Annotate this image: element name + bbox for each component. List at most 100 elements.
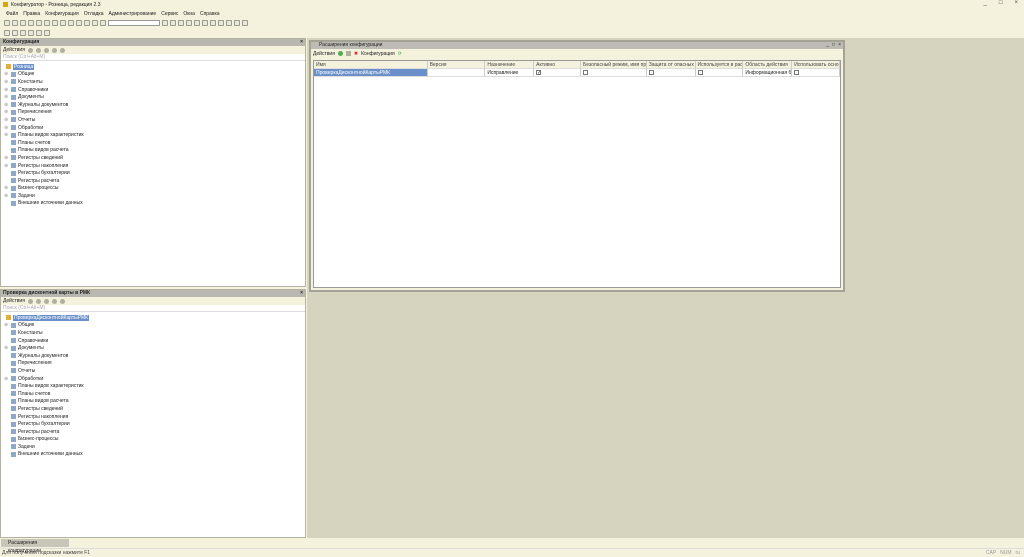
toolbar-button[interactable] [170, 19, 176, 26]
expand-icon[interactable]: ⊕ [4, 79, 9, 85]
column-header[interactable]: Активно [534, 61, 581, 69]
tree-item[interactable]: Бизнес-процессы [1, 436, 305, 444]
toolbar-button[interactable] [194, 19, 200, 26]
delete-icon[interactable] [43, 47, 49, 53]
column-header[interactable]: Использовать основ... [792, 61, 841, 69]
tree-item[interactable]: Регистры бухгалтерии [1, 420, 305, 428]
configuration-menu[interactable]: Конфигурация [361, 51, 395, 57]
tree-item[interactable]: Планы счетов [1, 139, 305, 147]
expand-icon[interactable]: ⊕ [4, 117, 9, 123]
expand-icon[interactable]: ⊕ [4, 322, 9, 328]
toolbar-button[interactable] [44, 19, 50, 26]
tree-item[interactable]: Перечисления [1, 360, 305, 368]
tree-item[interactable]: ⊕ Документы [1, 344, 305, 352]
tree-item[interactable]: ⊕ Обработки [1, 124, 305, 132]
expand-icon[interactable]: ⊕ [4, 94, 9, 100]
safe_mode-checkbox[interactable] [582, 70, 588, 76]
close-button[interactable]: × [1014, 0, 1018, 6]
tree-item[interactable]: ⊕ Общие [1, 71, 305, 79]
toolbar-button[interactable] [76, 19, 82, 26]
tree-item[interactable]: ⊕ Задачи [1, 192, 305, 200]
search-input[interactable]: Поиск (Ctrl+Alt+M) [1, 305, 305, 312]
column-header[interactable]: Область действия [743, 61, 793, 69]
tree-item[interactable]: Справочники [1, 337, 305, 345]
tree-item[interactable]: Регистры расчета [1, 428, 305, 436]
column-header[interactable]: Защита от опасных ... [646, 61, 696, 69]
tree-item[interactable]: Регистры сведений [1, 405, 305, 413]
expand-icon[interactable]: ⊕ [4, 185, 9, 191]
tree-item[interactable]: Регистры бухгалтерии [1, 169, 305, 177]
tree-item[interactable]: Планы видов расчета [1, 147, 305, 155]
expand-icon[interactable]: ⊕ [4, 71, 9, 77]
close-icon[interactable]: × [300, 39, 303, 46]
tree-root[interactable]: Розница [1, 63, 305, 71]
move-up-icon[interactable] [51, 298, 57, 304]
toolbar-button[interactable] [20, 29, 26, 36]
cell-used_in_distr[interactable] [695, 69, 744, 77]
tree-item[interactable]: ⊕ Регистры накопления [1, 162, 305, 170]
tree-item[interactable]: Регистры расчета [1, 177, 305, 185]
close-icon[interactable]: × [300, 290, 303, 297]
delete-icon[interactable]: ✖ [354, 51, 358, 57]
toolbar-button[interactable] [44, 29, 50, 36]
toolbar-button[interactable] [60, 19, 66, 26]
tree-item[interactable]: Отчеты [1, 367, 305, 375]
tree-item[interactable]: ⊕ Журналы документов [1, 101, 305, 109]
toolbar-button[interactable] [226, 19, 232, 26]
add-icon[interactable] [27, 298, 33, 304]
search-input[interactable]: Поиск (Ctrl+Alt+M) [1, 54, 305, 61]
close-button[interactable]: × [838, 42, 841, 49]
move-down-icon[interactable] [59, 47, 65, 53]
tree-item[interactable]: Внешние источники данных [1, 451, 305, 459]
expand-icon[interactable]: ⊕ [4, 125, 9, 131]
active-checkbox[interactable]: ✓ [536, 70, 541, 76]
tree-item[interactable]: ⊕ Отчеты [1, 116, 305, 124]
expand-icon[interactable]: ⊕ [4, 345, 9, 351]
toolbar-search-input[interactable] [108, 19, 160, 26]
tree-item[interactable]: ⊕ Справочники [1, 86, 305, 94]
protection-checkbox[interactable] [648, 70, 654, 76]
expand-icon[interactable]: ⊕ [4, 102, 9, 108]
expand-icon[interactable]: ⊕ [4, 193, 9, 199]
cell-use_main[interactable] [792, 69, 841, 77]
toolbar-button[interactable] [4, 19, 10, 26]
column-header[interactable]: Имя [314, 61, 428, 69]
move-down-icon[interactable] [59, 298, 65, 304]
menu-item[interactable]: Конфигурация [45, 11, 79, 17]
move-up-icon[interactable] [51, 47, 57, 53]
edit-icon[interactable] [35, 298, 41, 304]
edit-icon[interactable] [35, 47, 41, 53]
use_main-checkbox[interactable] [794, 70, 800, 76]
taskbar-tab-extensions[interactable]: Расширения конфигурации [1, 539, 69, 554]
toolbar-button[interactable] [242, 19, 248, 26]
tree-item[interactable]: ⊕ Документы [1, 93, 305, 101]
menu-item[interactable]: Правка [23, 11, 40, 17]
expand-icon[interactable]: ⊕ [4, 155, 9, 161]
cell-name[interactable]: ПроверкаДисконтнойКартыРМК [314, 69, 428, 77]
tree-item[interactable]: ⊕ Бизнес-процессы [1, 185, 305, 193]
delete-icon[interactable] [43, 298, 49, 304]
tree-item[interactable]: Планы видов расчета [1, 398, 305, 406]
tree-item[interactable]: ⊕ Общие [1, 322, 305, 330]
menu-item[interactable]: Окна [183, 11, 195, 17]
actions-menu[interactable]: Действия [3, 47, 25, 53]
column-header[interactable]: Безопасный режим, имя про... [580, 61, 647, 69]
expand-icon[interactable]: ⊕ [4, 109, 9, 115]
cell-scope[interactable]: Информационная ба... [743, 69, 793, 77]
tree-item[interactable]: ⊕ Перечисления [1, 109, 305, 117]
toolbar-button[interactable] [210, 19, 216, 26]
cell-active[interactable]: ✓ [534, 69, 581, 77]
toolbar-button[interactable] [28, 19, 34, 26]
column-header[interactable]: Назначение [485, 61, 535, 69]
toolbar-button[interactable] [84, 19, 90, 26]
tree-item[interactable]: Задачи [1, 443, 305, 451]
add-icon[interactable] [337, 51, 343, 56]
tree-item[interactable]: Планы счетов [1, 390, 305, 398]
menu-item[interactable]: Отладка [84, 11, 104, 17]
expand-icon[interactable]: ⊕ [4, 163, 9, 169]
toolbar-button[interactable] [12, 19, 18, 26]
toolbar-button[interactable] [4, 29, 10, 36]
toolbar-button[interactable] [100, 19, 106, 26]
tree-item[interactable]: Константы [1, 329, 305, 337]
expand-icon[interactable]: ⊕ [4, 376, 9, 382]
